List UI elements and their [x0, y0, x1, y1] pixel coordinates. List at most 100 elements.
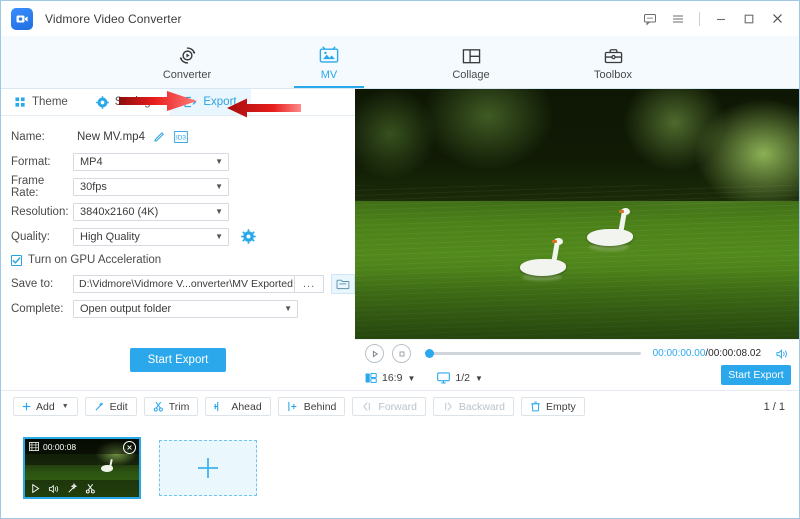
resolution-value: 3840x2160 (4K): [80, 205, 159, 218]
browse-button[interactable]: ...: [294, 274, 325, 293]
sub-tab-theme-label: Theme: [32, 96, 68, 108]
toolbar-button-behind[interactable]: Behind: [277, 397, 346, 416]
insert-ahead-icon: [214, 401, 226, 412]
start-export-row: Start Export: [1, 348, 355, 372]
clip-thumbnail-swan: [101, 465, 113, 472]
app-window: Vidmore Video Converter Converter MV Col…: [0, 0, 800, 519]
player-options: 16:9 ▼ 1/2 ▼ Start Export: [355, 365, 799, 389]
remove-clip-icon[interactable]: [123, 441, 136, 454]
toolbar-button-forward-label: Forward: [378, 400, 417, 413]
complete-value: Open output folder: [80, 302, 172, 315]
hamburger-menu-icon[interactable]: [664, 4, 692, 34]
toolbar-button-trim[interactable]: Trim: [143, 397, 199, 416]
current-time: 00:00:00.00: [652, 348, 706, 359]
screen-size-label: 1/2: [455, 372, 470, 384]
maximize-icon[interactable]: [735, 4, 763, 34]
complete-select[interactable]: Open output folder ▼: [73, 299, 298, 318]
resolution-select[interactable]: 3840x2160 (4K) ▼: [73, 202, 229, 221]
nav-tab-mv[interactable]: MV: [286, 36, 372, 88]
resolution-label: Resolution:: [11, 205, 69, 218]
gpu-acceleration-checkbox-row[interactable]: Turn on GPU Acceleration: [1, 249, 355, 271]
clip-thumbnail[interactable]: 00:00:08: [23, 437, 141, 499]
play-icon[interactable]: [30, 483, 41, 494]
window-controls-divider: [699, 11, 700, 26]
save-to-path-input[interactable]: D:\Vidmore\Vidmore V...onverter\MV Expor…: [73, 274, 295, 293]
open-folder-icon[interactable]: [331, 273, 355, 294]
theme-grid-icon: [15, 96, 26, 108]
frame-rate-label: Frame Rate:: [11, 174, 45, 199]
screen-size-icon: [437, 372, 451, 384]
toolbar-button-forward[interactable]: Forward: [352, 397, 426, 416]
quality-select[interactable]: High Quality ▼: [73, 227, 229, 246]
gpu-acceleration-checkbox[interactable]: [11, 254, 22, 266]
progress-slider[interactable]: [425, 348, 641, 358]
time-display: 00:00:00.00/00:00:08.02: [653, 348, 761, 359]
toolbar-button-ahead-label: Ahead: [231, 400, 262, 413]
settings-gear-icon: [95, 95, 109, 109]
feedback-icon[interactable]: [636, 4, 664, 34]
scissors-icon: [153, 401, 164, 412]
player-start-export-button[interactable]: Start Export: [721, 365, 791, 385]
main-nav: Converter MV Collage Toolbox: [1, 36, 799, 89]
nav-tab-toolbox[interactable]: Toolbox: [570, 36, 656, 88]
toolbar-button-add-label: Add: [36, 400, 55, 413]
export-settings-panel: Theme Export Name: New MV.mp4 ID3 Format…: [1, 89, 355, 390]
play-icon[interactable]: [365, 344, 384, 363]
quality-label: Quality:: [11, 230, 50, 243]
progress-knob[interactable]: [425, 348, 434, 358]
chevron-down-icon: ▼: [215, 206, 223, 216]
aspect-ratio-icon: [365, 372, 377, 384]
arrow-pointing-to-export-tab: [119, 90, 199, 117]
video-shadow: [355, 269, 799, 339]
clip-toolbar: Add ▼ Edit Trim Ahead Behind Forward Bac…: [1, 390, 799, 422]
chevron-down-icon: ▼: [215, 231, 223, 241]
screen-size-control[interactable]: 1/2 ▼: [437, 372, 483, 384]
start-export-button[interactable]: Start Export: [130, 348, 226, 372]
frame-rate-select[interactable]: 30fps ▼: [73, 177, 229, 196]
add-clip-slot[interactable]: [159, 440, 257, 496]
save-to-row: Save to: D:\Vidmore\Vidmore V...onverter…: [1, 271, 355, 296]
resolution-row: Resolution: 3840x2160 (4K) ▼: [1, 199, 355, 224]
magic-wand-icon: [94, 401, 105, 412]
id3-tag-icon[interactable]: ID3: [174, 130, 188, 143]
nav-tab-collage[interactable]: Collage: [428, 36, 514, 88]
aspect-ratio-label: 16:9: [382, 372, 403, 384]
clip-duration: 00:00:08: [43, 441, 77, 452]
toolbar-button-backward-label: Backward: [458, 400, 506, 413]
nav-tab-converter[interactable]: Converter: [144, 36, 230, 88]
format-select[interactable]: MP4 ▼: [73, 152, 229, 171]
volume-icon[interactable]: [48, 484, 60, 494]
sub-tab-theme[interactable]: Theme: [1, 89, 82, 115]
quality-value: High Quality: [80, 230, 140, 243]
nav-tab-converter-label: Converter: [162, 68, 212, 81]
minimize-icon[interactable]: [707, 4, 735, 34]
chevron-down-icon: ▼: [61, 403, 69, 410]
pencil-edit-icon[interactable]: [153, 130, 166, 143]
film-strip-icon: [29, 439, 39, 456]
toolbar-button-backward[interactable]: Backward: [432, 397, 515, 416]
toolbar-button-ahead[interactable]: Ahead: [205, 397, 271, 416]
aspect-ratio-control[interactable]: 16:9 ▼: [365, 372, 415, 384]
video-preview[interactable]: [355, 89, 799, 339]
player-transport: 00:00:00.00/00:00:08.02: [355, 340, 799, 367]
insert-behind-icon: [287, 401, 299, 412]
clip-thumbnail-actions: [25, 480, 139, 497]
format-label: Format:: [11, 155, 51, 168]
mv-icon: [318, 44, 340, 66]
toolbar-button-edit-label: Edit: [109, 400, 128, 413]
toolbox-icon: [603, 44, 624, 66]
quality-settings-gear-icon[interactable]: [241, 229, 256, 244]
magic-wand-icon[interactable]: [67, 483, 78, 494]
arrow-pointing-to-start-export-button: [225, 95, 305, 126]
volume-icon[interactable]: [775, 348, 789, 360]
stop-icon[interactable]: [392, 344, 411, 363]
toolbar-button-empty[interactable]: Empty: [521, 397, 585, 416]
scissors-icon[interactable]: [85, 483, 96, 494]
close-icon[interactable]: [763, 4, 791, 34]
move-backward-icon: [442, 401, 454, 412]
complete-label: Complete:: [11, 302, 64, 315]
video-preview-panel: 00:00:00.00/00:00:08.02 16:9 ▼ 1/2 ▼ Sta…: [355, 89, 799, 390]
toolbar-button-add[interactable]: Add ▼: [13, 397, 78, 416]
toolbar-button-edit[interactable]: Edit: [84, 397, 137, 416]
plus-icon: [22, 402, 31, 411]
